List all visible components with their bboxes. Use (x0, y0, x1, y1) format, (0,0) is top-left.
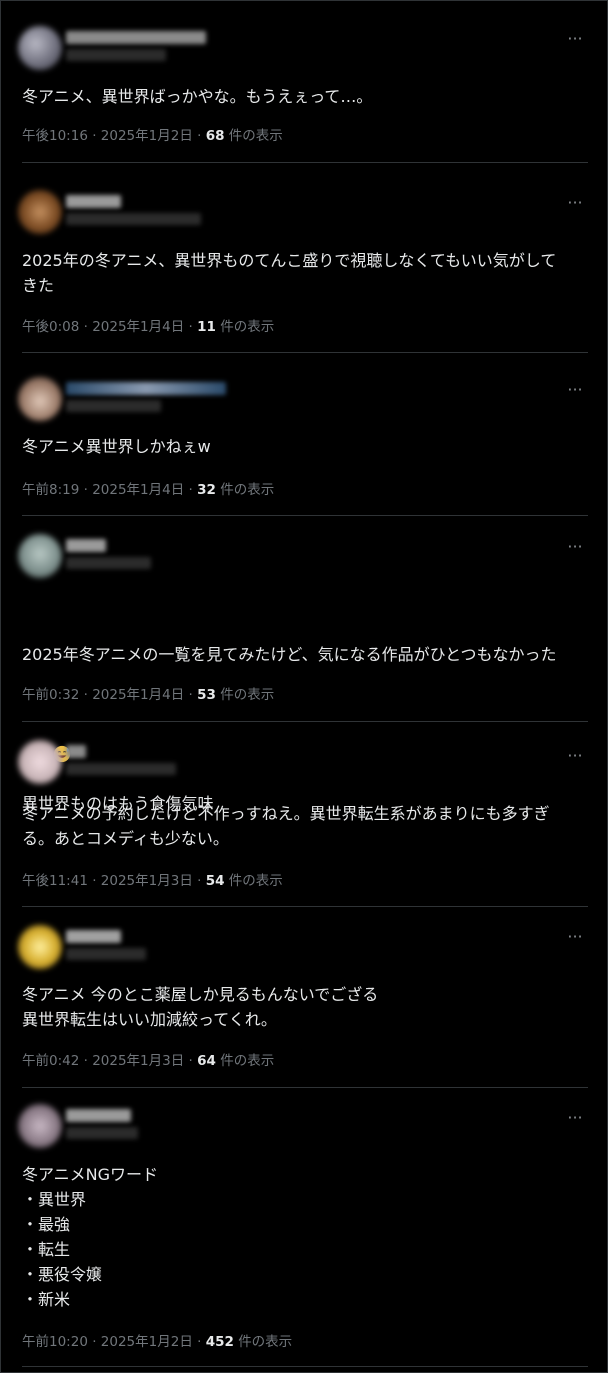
more-options-button[interactable]: ··· (564, 195, 586, 211)
view-count[interactable]: 53 (197, 687, 216, 703)
meta-separator: · (87, 873, 101, 889)
post-meta: 午前0:32 · 2025年1月4日 · 53 件の表示 (22, 683, 274, 703)
avatar[interactable] (18, 740, 62, 784)
post-time[interactable]: 午前0:42 (22, 1053, 79, 1069)
blurred-display-name (66, 930, 121, 943)
post-text: 冬アニメ異世界しかねぇw (22, 437, 211, 456)
divider (22, 162, 588, 163)
post-text: 冬アニメの予約したけど不作っすねえ。異世界転生系があまりにも多すぎ る。あとコメ… (22, 804, 550, 848)
post-date[interactable]: 2025年1月3日 (92, 1053, 184, 1069)
views-label: 件の表示 (228, 128, 283, 144)
post-header (18, 377, 578, 425)
post-text: 冬アニメ、異世界ばっかやな。もうえぇって…。 (22, 87, 373, 106)
more-options-button[interactable]: ··· (564, 1110, 586, 1126)
blurred-display-name (66, 745, 86, 758)
post-header (18, 26, 578, 74)
divider (22, 1366, 588, 1367)
avatar[interactable] (18, 190, 62, 234)
meta-separator: · (87, 128, 101, 144)
post-date[interactable]: 2025年1月2日 (101, 128, 193, 144)
post-header (18, 190, 578, 238)
post-time[interactable]: 午後0:08 (22, 319, 79, 335)
divider (22, 906, 588, 907)
post-meta: 午後11:41 · 2025年1月3日 · 54 件の表示 (22, 869, 283, 889)
meta-separator: · (79, 687, 93, 703)
post-meta: 午前8:19 · 2025年1月4日 · 32 件の表示 (22, 478, 274, 498)
divider (22, 515, 588, 516)
more-options-button[interactable]: ··· (564, 382, 586, 398)
more-options-button[interactable]: ··· (564, 31, 586, 47)
blurred-handle (66, 1127, 138, 1139)
meta-separator: · (79, 319, 93, 335)
blurred-handle (66, 763, 176, 775)
view-count[interactable]: 32 (197, 482, 216, 498)
blurred-display-name (66, 382, 226, 395)
avatar[interactable] (18, 1104, 62, 1148)
blurred-handle (66, 400, 161, 412)
meta-separator: · (184, 687, 198, 703)
meta-separator: · (192, 1334, 206, 1350)
blurred-handle (66, 213, 201, 225)
post-text-line: 2025年冬アニメの一覧を見てみたけど、気になる作品がひとつもなかった (22, 645, 557, 664)
meta-separator: · (184, 1053, 198, 1069)
meta-separator: · (79, 1053, 93, 1069)
avatar[interactable] (18, 26, 62, 70)
views-label: 件の表示 (220, 319, 275, 335)
views-label: 件の表示 (220, 687, 275, 703)
post-header (18, 534, 578, 582)
post-date[interactable]: 2025年1月3日 (101, 873, 193, 889)
view-count[interactable]: 64 (197, 1053, 216, 1069)
blurred-handle (66, 49, 166, 61)
post-time[interactable]: 午前8:19 (22, 482, 79, 498)
post-meta: 午後10:16 · 2025年1月2日 · 68 件の表示 (22, 124, 283, 144)
post-text: 2025年の冬アニメ、異世界ものてんこ盛りで視聴しなくてもいい気がして きた (22, 251, 557, 295)
blurred-display-name (66, 31, 206, 44)
post-meta: 午前10:20 · 2025年1月2日 · 452 件の表示 (22, 1330, 292, 1350)
avatar[interactable] (18, 925, 62, 969)
views-label: 件の表示 (220, 1053, 275, 1069)
views-label: 件の表示 (238, 1334, 293, 1350)
meta-separator: · (79, 482, 93, 498)
avatar[interactable] (18, 377, 62, 421)
view-count[interactable]: 54 (206, 873, 225, 889)
post-meta: 午後0:08 · 2025年1月4日 · 11 件の表示 (22, 315, 274, 335)
post-date[interactable]: 2025年1月2日 (101, 1334, 193, 1350)
more-options-button[interactable]: ··· (564, 748, 586, 764)
post-date[interactable]: 2025年1月4日 (92, 319, 184, 335)
blurred-display-name (66, 1109, 131, 1122)
more-options-button[interactable]: ··· (564, 929, 586, 945)
view-count[interactable]: 11 (197, 319, 216, 335)
post-time[interactable]: 午後11:41 (22, 873, 88, 889)
divider (22, 721, 588, 722)
view-count[interactable]: 452 (206, 1334, 234, 1350)
views-label: 件の表示 (228, 873, 283, 889)
post-time[interactable]: 午前0:32 (22, 687, 79, 703)
meta-separator: · (192, 873, 206, 889)
views-label: 件の表示 (220, 482, 275, 498)
blurred-handle (66, 557, 151, 569)
blurred-handle (66, 948, 146, 960)
more-options-button[interactable]: ··· (564, 539, 586, 555)
post-time[interactable]: 午前10:20 (22, 1334, 88, 1350)
post-date[interactable]: 2025年1月4日 (92, 687, 184, 703)
post-header (18, 1104, 578, 1152)
meta-separator: · (184, 482, 198, 498)
divider (22, 1087, 588, 1088)
blurred-display-name (66, 539, 106, 552)
post-date[interactable]: 2025年1月4日 (92, 482, 184, 498)
avatar[interactable] (18, 534, 62, 578)
post-meta: 午前0:42 · 2025年1月3日 · 64 件の表示 (22, 1049, 274, 1069)
blurred-display-name (66, 195, 121, 208)
view-count[interactable]: 68 (206, 128, 225, 144)
meta-separator: · (192, 128, 206, 144)
meta-separator: · (87, 1334, 101, 1350)
divider (22, 352, 588, 353)
post-header (18, 740, 578, 788)
meta-separator: · (184, 319, 198, 335)
post-time[interactable]: 午後10:16 (22, 128, 88, 144)
post-header (18, 925, 578, 973)
post-text: 冬アニメ 今のとこ薬屋しか見るもんないでござる 異世界転生はいい加減絞ってくれ。 (22, 985, 379, 1029)
post-text: 冬アニメNGワード ・異世界 ・最強 ・転生 ・悪役令嬢 ・新米 (22, 1165, 159, 1309)
